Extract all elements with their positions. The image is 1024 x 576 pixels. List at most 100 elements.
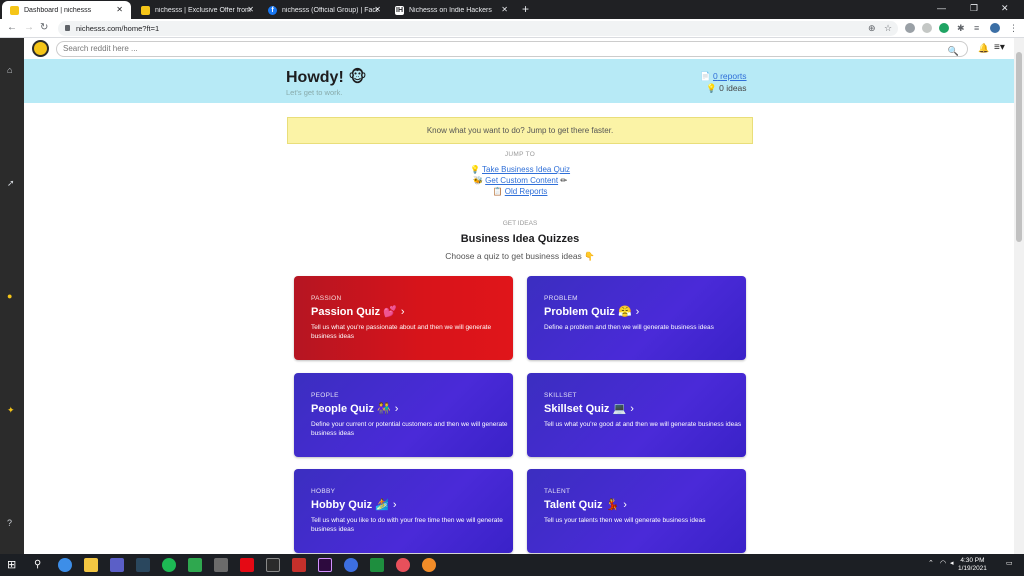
scrollbar[interactable] xyxy=(1014,38,1024,554)
forward-arrow-icon[interactable]: → xyxy=(24,22,34,34)
tab-label: Nichesss on Indie Hackers xyxy=(409,6,492,14)
quiz-title: Problem Quiz 😤 › xyxy=(544,305,640,318)
old-reports-link[interactable]: Old Reports xyxy=(505,187,548,196)
volume-icon[interactable]: ◂ xyxy=(950,559,954,567)
chevron-right-icon: › xyxy=(392,499,397,511)
search-placeholder: Search reddit here ... xyxy=(63,44,138,53)
home-icon[interactable]: ⌂ xyxy=(7,65,12,75)
back-arrow-icon[interactable]: ← xyxy=(7,22,17,34)
close-icon[interactable]: ✕ xyxy=(501,5,508,15)
shield-icon[interactable] xyxy=(344,558,358,572)
clipboard-icon: 📋 xyxy=(492,187,503,196)
restore-button[interactable]: ❐ xyxy=(970,3,978,14)
close-icon[interactable]: ✕ xyxy=(247,5,254,15)
extension-shield-icon[interactable] xyxy=(905,23,915,33)
rocket-icon[interactable]: ➚ xyxy=(7,178,15,188)
sparkle-icon[interactable]: ✦ xyxy=(7,405,15,415)
clock[interactable]: 4:30 PM 1/19/2021 xyxy=(958,557,987,573)
address-bar[interactable]: nichesss.com/home?ft=1 xyxy=(58,21,898,36)
quiz-description: Tell us your talents then we will genera… xyxy=(544,517,706,524)
reload-icon[interactable]: ↻ xyxy=(40,22,48,34)
heart-icon: 💕 xyxy=(383,305,397,318)
tab-label: nichesss (Official Group) | Faceb xyxy=(282,6,378,14)
netflix-icon[interactable] xyxy=(240,558,254,572)
grammarly-icon[interactable] xyxy=(939,23,949,33)
close-window-button[interactable]: ✕ xyxy=(1001,3,1009,14)
quiz-card-hobby[interactable]: HOBBY Hobby Quiz 🏄 › Tell us what you lik… xyxy=(294,469,513,553)
app-icon[interactable] xyxy=(396,558,410,572)
tab-indiehackers[interactable]: IH Nichesss on Indie Hackers ✕ xyxy=(387,1,516,19)
search-input[interactable]: Search reddit here ... 🔍 xyxy=(56,41,968,57)
windows-start-icon[interactable]: ⊞ xyxy=(7,559,16,571)
app-header: Search reddit here ... 🔍 🔔 ≡▾ xyxy=(24,38,1014,59)
lightbulb-icon: 💡 xyxy=(706,84,717,94)
profile-avatar[interactable] xyxy=(990,23,1000,33)
hamburger-menu-icon[interactable]: ≡▾ xyxy=(994,42,1005,53)
quiz-title: Skillset Quiz 💻 › xyxy=(544,402,634,415)
quiz-card-problem[interactable]: PROBLEM Problem Quiz 😤 › Define a problem… xyxy=(527,276,746,360)
help-icon[interactable]: ? xyxy=(7,518,12,528)
minimize-button[interactable]: — xyxy=(937,3,946,13)
take-quiz-link[interactable]: Take Business Idea Quiz xyxy=(482,165,570,174)
pencil-icon: ✏ xyxy=(560,176,568,185)
search-icon[interactable]: ⚲ xyxy=(34,559,41,571)
logo-avatar[interactable] xyxy=(32,40,49,57)
steam-icon[interactable] xyxy=(136,558,150,572)
quiz-card-talent[interactable]: TALENT Talent Quiz 💃 › Tell us your talen… xyxy=(527,469,746,553)
quiz-category: PROBLEM xyxy=(544,295,578,302)
app-icon[interactable] xyxy=(214,558,228,572)
quizzes-title: Business Idea Quizzes xyxy=(460,233,580,245)
quiz-title: Talent Quiz 💃 › xyxy=(544,498,627,511)
jump-link-quiz: 💡 Take Business Idea Quiz xyxy=(287,164,753,175)
premiere-icon[interactable] xyxy=(318,558,332,572)
quiz-card-passion[interactable]: PASSION Passion Quiz 💕 › Tell us what you… xyxy=(294,276,513,360)
extension-icon[interactable] xyxy=(922,23,932,33)
quiz-card-people[interactable]: PEOPLE People Quiz 👫 › Define your curren… xyxy=(294,373,513,457)
bee-icon: 🐝 xyxy=(472,176,483,185)
more-icon[interactable]: ⋮ xyxy=(1009,22,1018,34)
stats-panel: 📄 0 reports 💡 0 ideas xyxy=(700,71,747,95)
scrollbar-thumb[interactable] xyxy=(1016,52,1022,242)
quiz-card-skillset[interactable]: SKILLSET Skillset Quiz 💻 › Tell us what y… xyxy=(527,373,746,457)
tab-dashboard[interactable]: Dashboard | nichesss ✕ xyxy=(2,1,131,19)
bookmark-star-icon[interactable]: ☆ xyxy=(884,22,892,34)
app-icon[interactable] xyxy=(292,558,306,572)
ideas-stat: 💡 0 ideas xyxy=(700,83,746,95)
spotify-icon[interactable] xyxy=(162,558,176,572)
file-explorer-icon[interactable] xyxy=(84,558,98,572)
quiz-category: TALENT xyxy=(544,488,571,495)
indiehackers-icon: IH xyxy=(395,5,404,15)
close-icon[interactable]: ✕ xyxy=(116,5,123,15)
wifi-icon[interactable]: ◠ xyxy=(940,559,946,567)
zoom-icon[interactable]: ⊕ xyxy=(868,22,876,34)
notification-icon[interactable]: ▭ xyxy=(1006,559,1013,567)
tab-facebook[interactable]: f nichesss (Official Group) | Faceb ✕ xyxy=(260,1,389,19)
reports-stat: 📄 0 reports xyxy=(700,71,747,83)
teams-icon[interactable] xyxy=(110,558,124,572)
custom-content-link[interactable]: Get Custom Content xyxy=(485,176,558,185)
quiz-description: Define your current or potential custome… xyxy=(311,421,508,437)
lightbulb-icon[interactable]: ● xyxy=(7,291,12,301)
document-icon: 📄 xyxy=(700,72,711,82)
app-icon[interactable] xyxy=(188,558,202,572)
search-icon[interactable]: 🔍 xyxy=(948,44,959,58)
bell-icon[interactable]: 🔔 xyxy=(978,43,989,54)
computer-icon: 💻 xyxy=(612,402,627,415)
quizzes-subtitle: Choose a quiz to get business ideas 👇 xyxy=(445,251,595,261)
quiz-description: Tell us what you're good at and then we … xyxy=(544,421,742,428)
tray-chevron-icon[interactable]: ⌃ xyxy=(928,559,934,567)
app-icon[interactable] xyxy=(422,558,436,572)
chrome-icon[interactable] xyxy=(58,558,72,572)
surfer-icon: 🏄 xyxy=(375,498,389,511)
menu-dots-icon[interactable]: ≡ xyxy=(974,22,979,34)
puzzle-icon[interactable]: ✱ xyxy=(957,22,965,34)
app-icon[interactable] xyxy=(370,558,384,572)
angry-face-icon: 😤 xyxy=(617,305,632,318)
tab-appsumo[interactable]: nichesss | Exclusive Offer from Ap ✕ xyxy=(133,1,262,19)
new-tab-button[interactable]: + xyxy=(522,3,529,15)
jump-to-heading: JUMP TO xyxy=(504,151,536,158)
lock-icon xyxy=(65,25,70,31)
epic-games-icon[interactable] xyxy=(266,558,280,572)
reports-link[interactable]: 0 reports xyxy=(713,71,747,81)
close-icon[interactable]: ✕ xyxy=(374,5,381,15)
